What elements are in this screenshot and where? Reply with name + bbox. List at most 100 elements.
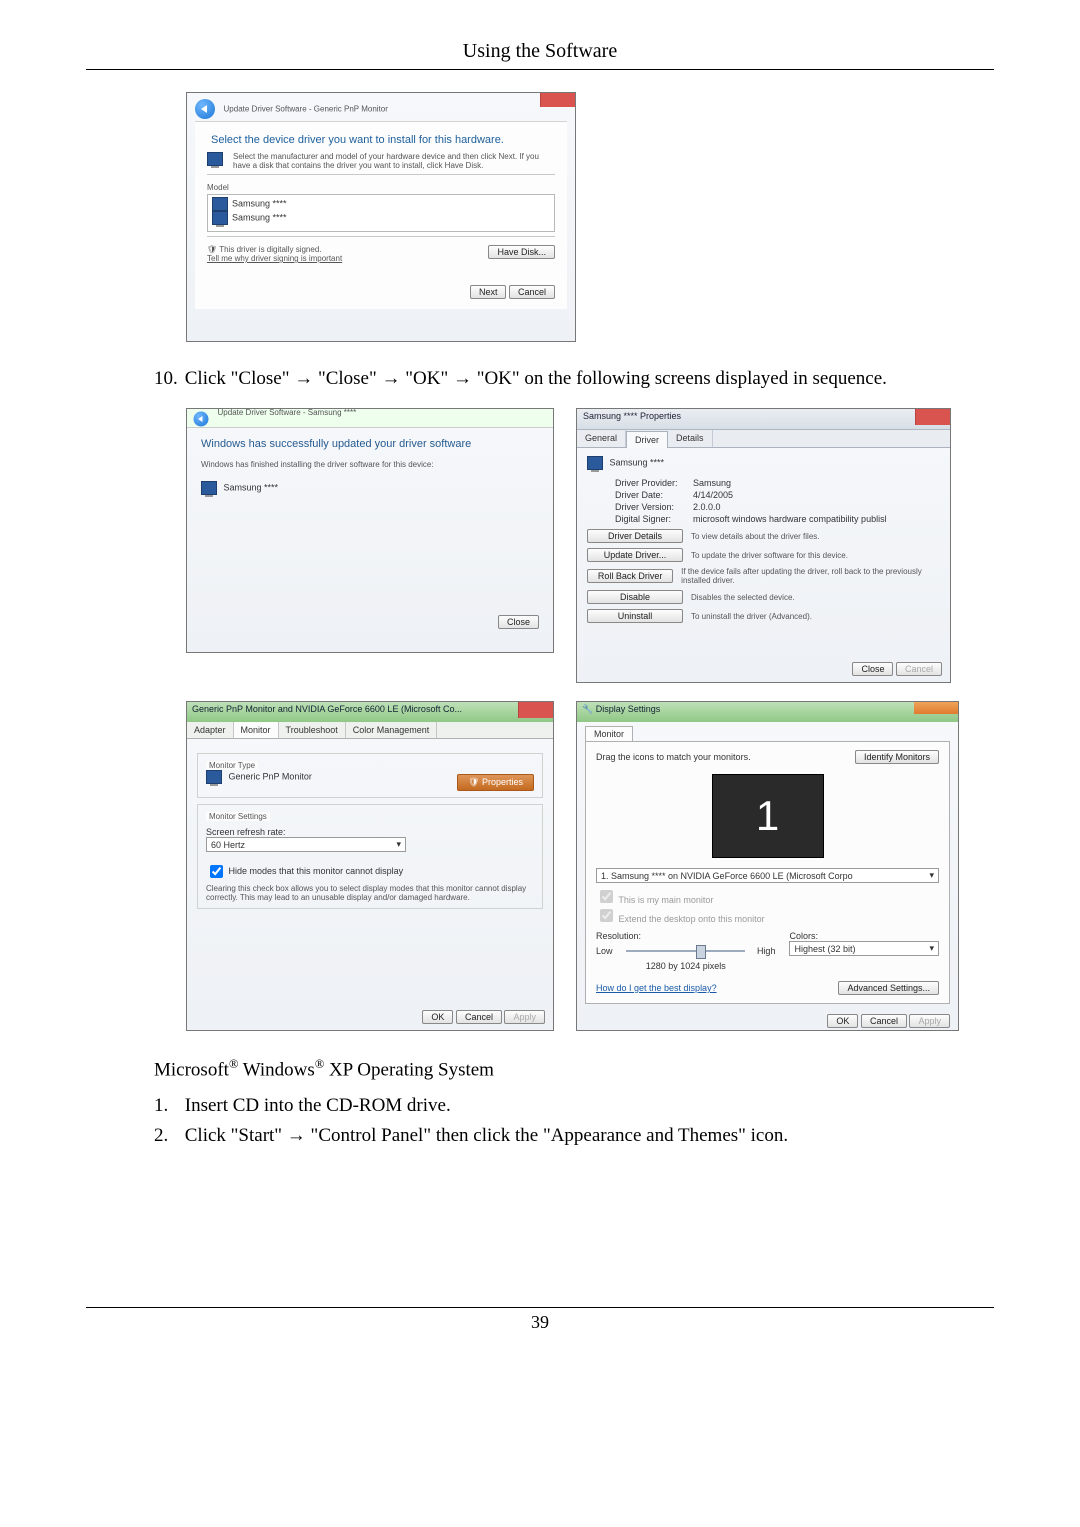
- breadcrumb: Update Driver Software - Samsung ****: [218, 408, 357, 417]
- window-title: Display Settings: [596, 704, 661, 714]
- model-option-2[interactable]: Samsung ****: [212, 211, 550, 225]
- monitor-icon: [206, 770, 222, 784]
- main-monitor-checkbox: [600, 890, 613, 903]
- monitor-thumbnail[interactable]: 1: [712, 774, 824, 858]
- label: Extend the desktop onto this monitor: [619, 914, 765, 924]
- resolution-slider[interactable]: Low High: [596, 944, 775, 958]
- value: 4/14/2005: [693, 490, 733, 500]
- disable-button[interactable]: Disable: [587, 590, 683, 604]
- screenshot-monitor-properties: Generic PnP Monitor and NVIDIA GeForce 6…: [186, 701, 554, 1031]
- step-number: 10.: [154, 368, 180, 390]
- step-2: 2. Click "Start" → "Control Panel" then …: [154, 1125, 994, 1147]
- desc: To view details about the driver files.: [691, 532, 820, 541]
- resolution-label: Resolution:: [596, 931, 775, 941]
- signed-label: 🛡 This driver is digitally signed.: [207, 245, 342, 254]
- success-sub: Windows has finished installing the driv…: [201, 460, 539, 469]
- tab-color-management[interactable]: Color Management: [346, 722, 438, 738]
- best-display-link[interactable]: How do I get the best display?: [596, 983, 717, 993]
- colors-select[interactable]: Highest (32 bit)▾: [789, 941, 939, 956]
- label: Driver Provider:: [615, 478, 693, 488]
- monitor-select[interactable]: 1. Samsung **** on NVIDIA GeForce 6600 L…: [596, 868, 939, 883]
- model-option-1[interactable]: Samsung ****: [212, 197, 550, 211]
- label: This is my main monitor: [618, 895, 713, 905]
- slider-low: Low: [596, 946, 613, 956]
- extend-desktop-checkbox: [600, 909, 613, 922]
- monitor-settings-label: Monitor Settings: [206, 812, 270, 821]
- colors-label: Colors:: [789, 931, 939, 941]
- step-1: 1. Insert CD into the CD-ROM drive.: [154, 1095, 994, 1117]
- close-icon[interactable]: [518, 702, 553, 718]
- signing-link[interactable]: Tell me why driver signing is important: [207, 254, 342, 263]
- screenshot-select-driver: Update Driver Software - Generic PnP Mon…: [186, 92, 576, 342]
- refresh-rate-label: Screen refresh rate:: [206, 827, 534, 837]
- ok-button[interactable]: OK: [827, 1014, 858, 1028]
- monitor-icon: [201, 481, 217, 495]
- device-name: Samsung ****: [610, 457, 665, 467]
- step-number: 2.: [154, 1125, 180, 1147]
- back-icon[interactable]: [195, 99, 215, 119]
- tab-driver[interactable]: Driver: [626, 431, 668, 448]
- monitor-icon: [587, 456, 603, 470]
- uninstall-button[interactable]: Uninstall: [587, 609, 683, 623]
- value: 2.0.0.0: [693, 502, 721, 512]
- model-label: Model: [207, 183, 555, 192]
- device-name: Samsung ****: [224, 482, 279, 492]
- advanced-settings-button[interactable]: Advanced Settings...: [838, 981, 939, 995]
- cancel-button[interactable]: Cancel: [509, 285, 555, 299]
- apply-button: Apply: [909, 1014, 950, 1028]
- step-10: 10. Click "Close" → "Close" → "OK" → "OK…: [154, 368, 994, 390]
- window-title: Samsung **** Properties: [583, 411, 681, 421]
- label: Driver Version:: [615, 502, 693, 512]
- cancel-button[interactable]: Cancel: [456, 1010, 502, 1024]
- label: Driver Date:: [615, 490, 693, 500]
- desc: Disables the selected device.: [691, 593, 795, 602]
- tab-monitor[interactable]: Monitor: [585, 726, 633, 741]
- tab-adapter[interactable]: Adapter: [187, 722, 234, 738]
- tab-monitor[interactable]: Monitor: [234, 722, 279, 738]
- identify-monitors-button[interactable]: Identify Monitors: [855, 750, 939, 764]
- desc: If the device fails after updating the d…: [681, 567, 940, 585]
- back-icon[interactable]: [194, 412, 209, 427]
- page-header: Using the Software: [86, 40, 994, 70]
- slider-high: High: [757, 946, 776, 956]
- properties-button[interactable]: 🛡 Properties: [457, 774, 534, 791]
- drag-label: Drag the icons to match your monitors.: [596, 752, 751, 762]
- cancel-button: Cancel: [896, 662, 942, 676]
- rollback-button[interactable]: Roll Back Driver: [587, 569, 673, 583]
- ok-button[interactable]: OK: [422, 1010, 453, 1024]
- hide-modes-checkbox[interactable]: [210, 865, 223, 878]
- screenshot-update-success: Update Driver Software - Samsung **** Wi…: [186, 408, 554, 653]
- cancel-button[interactable]: Cancel: [861, 1014, 907, 1028]
- dialog-heading: Select the device driver you want to ins…: [211, 134, 555, 146]
- value: microsoft windows hardware compatibility…: [693, 514, 887, 524]
- label: Digital Signer:: [615, 514, 693, 524]
- close-button[interactable]: Close: [498, 615, 539, 629]
- step-number: 1.: [154, 1095, 180, 1117]
- screenshot-driver-properties: Samsung **** Properties General Driver D…: [576, 408, 951, 683]
- driver-details-button[interactable]: Driver Details: [587, 529, 683, 543]
- tab-troubleshoot[interactable]: Troubleshoot: [279, 722, 346, 738]
- desc: To uninstall the driver (Advanced).: [691, 612, 812, 621]
- hide-modes-label: Hide modes that this monitor cannot disp…: [229, 866, 404, 876]
- close-icon[interactable]: [915, 409, 950, 425]
- chevron-down-icon: ▾: [929, 870, 934, 881]
- step-text: Insert CD into the CD-ROM drive.: [185, 1095, 451, 1116]
- monitor-type-value: Generic PnP Monitor: [229, 771, 312, 781]
- page-number: 39: [86, 1307, 994, 1333]
- value: Samsung: [693, 478, 731, 488]
- breadcrumb: Update Driver Software - Generic PnP Mon…: [224, 104, 388, 113]
- close-button[interactable]: Close: [852, 662, 893, 676]
- tab-general[interactable]: General: [577, 430, 626, 447]
- tab-details[interactable]: Details: [668, 430, 713, 447]
- close-icon[interactable]: [914, 702, 958, 714]
- window-title: Generic PnP Monitor and NVIDIA GeForce 6…: [192, 704, 462, 714]
- monitor-type-label: Monitor Type: [206, 761, 258, 770]
- monitor-icon: [207, 152, 223, 166]
- hide-modes-desc: Clearing this check box allows you to se…: [206, 884, 534, 902]
- update-driver-button[interactable]: Update Driver...: [587, 548, 683, 562]
- next-button[interactable]: Next: [470, 285, 507, 299]
- chevron-down-icon: ▾: [396, 839, 401, 850]
- success-heading: Windows has successfully updated your dr…: [201, 438, 539, 450]
- have-disk-button[interactable]: Have Disk...: [488, 245, 555, 259]
- refresh-rate-select[interactable]: 60 Hertz▾: [206, 837, 406, 852]
